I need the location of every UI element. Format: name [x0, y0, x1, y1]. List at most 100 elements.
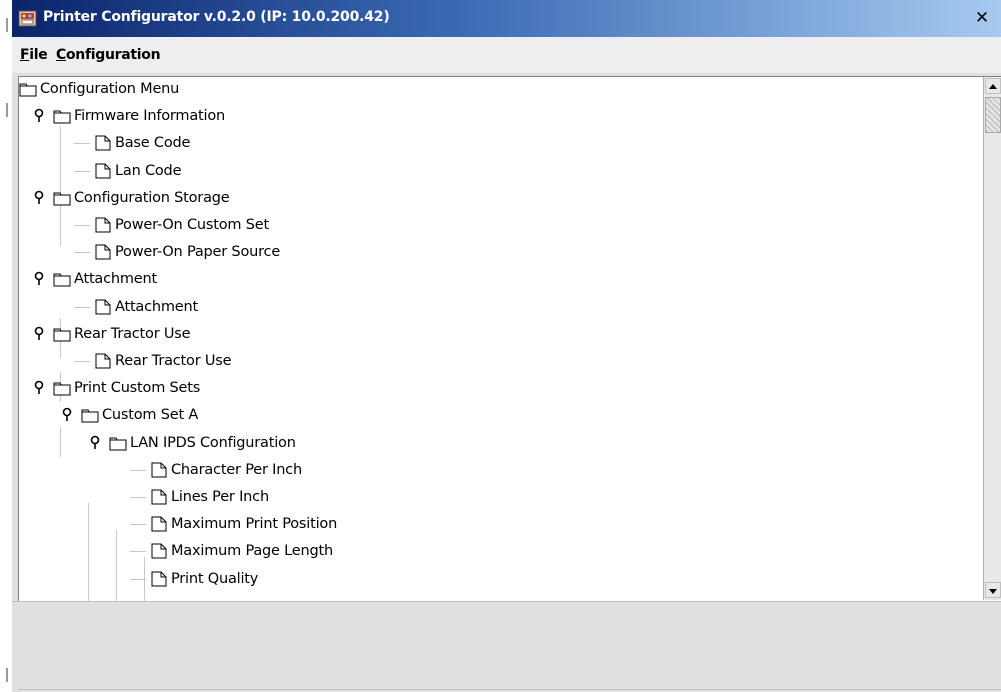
tree-node-label: Maximum Page Length	[171, 543, 333, 560]
tree-node-label: Print Custom Sets	[74, 380, 201, 397]
window-title: Printer Configurator v.0.2.0 (IP: 10.0.2…	[43, 9, 390, 25]
document-icon	[94, 217, 112, 233]
tree-connector-line	[74, 170, 90, 172]
tree-node-label: Configuration Storage	[74, 189, 230, 206]
edge-mark	[6, 668, 8, 682]
document-icon	[94, 353, 112, 369]
tree-node-label: Firmware Information	[74, 108, 225, 125]
tree-node-label: Base Code	[115, 135, 191, 152]
tree-node[interactable]: Power-On Custom Set	[94, 214, 269, 236]
tree-root[interactable]: Configuration Menu	[19, 78, 179, 100]
folder-icon	[19, 81, 37, 97]
tree-node[interactable]: Configuration Storage	[53, 187, 230, 209]
expand-toggle-icon[interactable]	[33, 271, 45, 287]
tree-node[interactable]: Maximum Page Length	[150, 540, 333, 562]
tree-node-label: Lines Per Inch	[171, 489, 269, 505]
tree-node-label: Custom Set A	[102, 407, 199, 424]
divider	[18, 689, 1001, 690]
tree-node[interactable]: Rear Tractor Use	[94, 350, 232, 372]
menu-configuration[interactable]: Configuration	[56, 47, 161, 63]
tree-node[interactable]: Attachment	[53, 268, 157, 290]
scroll-thumb[interactable]	[985, 97, 1001, 133]
tree-connector-line	[130, 551, 146, 553]
menu-file-mnemonic: F	[20, 47, 30, 63]
tree-node-label: Power-On Custom Set	[115, 217, 269, 233]
expand-toggle-icon[interactable]	[89, 435, 101, 451]
folder-icon	[81, 407, 99, 423]
menu-configuration-label: onfiguration	[65, 47, 161, 63]
tree-connector-line	[130, 469, 146, 471]
document-icon	[150, 462, 168, 478]
tree-node[interactable]: Print Quality	[150, 568, 258, 590]
tree-node[interactable]: Base Code	[94, 132, 190, 154]
tree-node-label: Rear Tractor Use	[74, 325, 191, 342]
expand-toggle-icon[interactable]	[33, 190, 45, 206]
tree-connector-line	[74, 143, 90, 145]
tree-node[interactable]: Lines Per Inch	[150, 486, 269, 508]
tree-node[interactable]: LAN IPDS Configuration	[109, 432, 296, 454]
title-bar[interactable]: Printer Configurator v.0.2.0 (IP: 10.0.2…	[12, 0, 1001, 37]
close-button[interactable]: ✕	[970, 7, 994, 29]
tree-connector-line	[130, 578, 146, 580]
tree-node-label: LAN IPDS Configuration	[130, 434, 296, 451]
tree-node[interactable]: Character Per Inch	[150, 459, 302, 481]
document-icon	[94, 135, 112, 151]
document-icon	[94, 244, 112, 260]
edge-mark	[6, 103, 8, 117]
printer-app-icon	[18, 10, 37, 27]
tree-node[interactable]: Attachment	[94, 296, 198, 318]
arrow-up-icon	[989, 84, 997, 89]
menu-configuration-mnemonic: C	[56, 47, 66, 63]
tree-node-label: Print Quality	[171, 570, 259, 587]
document-icon	[94, 163, 112, 179]
menu-file-label: ile	[29, 47, 48, 63]
document-icon	[94, 299, 112, 315]
tree-node[interactable]: Rear Tractor Use	[53, 323, 191, 345]
tree-connector-line	[74, 361, 90, 362]
tree-node-label: Power-On Paper Source	[115, 244, 281, 261]
folder-icon	[53, 190, 71, 206]
arrow-down-icon	[989, 589, 997, 594]
tree-connector-line	[116, 530, 117, 601]
tree-node[interactable]: Custom Set A	[81, 404, 198, 426]
tree-node[interactable]: Print Custom Sets	[53, 377, 200, 399]
folder-icon	[53, 108, 71, 124]
folder-icon	[53, 271, 71, 287]
tree-node-label: Maximum Print Position	[171, 516, 338, 533]
scroll-down-button[interactable]	[985, 582, 1001, 598]
tree-node[interactable]: Maximum Print Position	[150, 513, 337, 535]
status-area	[12, 601, 1001, 692]
printer-configurator-window: Printer Configurator v.0.2.0 (IP: 10.0.2…	[12, 0, 1001, 692]
configuration-tree[interactable]: Configuration Menu Firmware Information Ba…	[18, 76, 1001, 601]
tree-connector-line	[88, 503, 89, 601]
tree-node-label: Rear Tractor Use	[115, 353, 232, 369]
tree-node[interactable]: Power-On Paper Source	[94, 241, 280, 263]
tree-node[interactable]: Firmware Information	[53, 105, 225, 127]
expand-toggle-icon[interactable]	[33, 326, 45, 342]
folder-icon	[109, 435, 127, 451]
document-icon	[150, 516, 168, 532]
tree-node-label: Attachment	[115, 298, 199, 315]
tree-connector-line	[130, 524, 146, 526]
menu-bar: File Configuration	[12, 37, 1001, 73]
expand-toggle-icon[interactable]	[61, 407, 73, 423]
vertical-scrollbar[interactable]	[983, 77, 1001, 600]
edge-mark	[6, 18, 8, 32]
folder-icon	[53, 380, 71, 396]
tree-node-label: Lan Code	[115, 162, 182, 179]
window-left-edge	[0, 0, 12, 692]
scroll-up-button[interactable]	[985, 78, 1001, 94]
tree-connector-line	[74, 306, 90, 308]
tree-connector-line	[60, 427, 61, 457]
tree-node[interactable]: Lan Code	[94, 160, 181, 182]
document-icon	[150, 543, 168, 559]
tree-node-label: Configuration Menu	[40, 81, 180, 97]
menu-file[interactable]: File	[20, 47, 48, 63]
document-icon	[150, 571, 168, 587]
expand-toggle-icon[interactable]	[33, 108, 45, 124]
folder-icon	[53, 326, 71, 342]
expand-toggle-icon[interactable]	[33, 380, 45, 396]
tree-node-label: Character Per Inch	[171, 461, 302, 478]
tree-node-label: Attachment	[74, 271, 158, 288]
tree-connector-line	[130, 497, 146, 498]
